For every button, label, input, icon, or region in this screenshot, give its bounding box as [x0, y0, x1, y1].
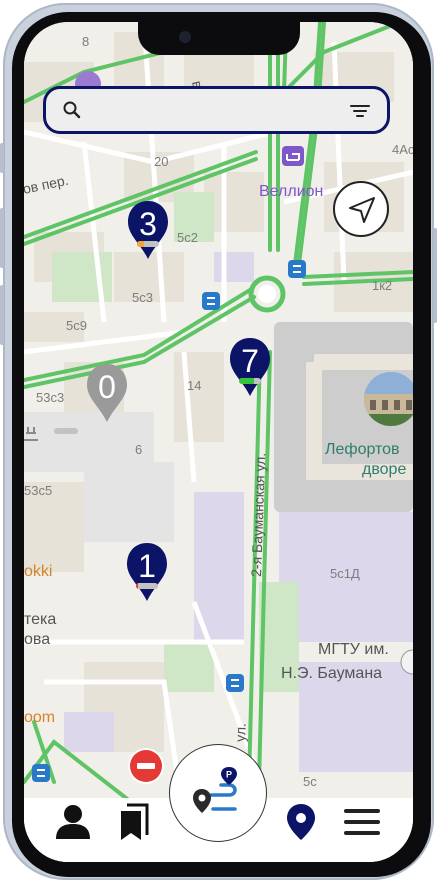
parking-pin-1[interactable]: 1 [123, 541, 171, 605]
pin-number: 0 [98, 369, 116, 405]
house-5c2: 5с2 [177, 230, 198, 245]
house-20: 20 [154, 154, 168, 169]
house-8: 8 [82, 34, 89, 49]
parking-badge: P [226, 770, 232, 780]
pin-number: 7 [241, 343, 259, 379]
house-1k2: 1к2 [372, 278, 392, 293]
house-4as: 4Ас [392, 142, 413, 157]
place-mgtu-2: Н.Э. Баумана [281, 665, 382, 682]
place-photo-thumbnail[interactable] [364, 372, 413, 426]
place-lefortovo-1: Лефортов [325, 441, 400, 458]
search-input[interactable] [90, 97, 344, 125]
my-location-button[interactable] [333, 181, 389, 237]
place-oom: oom [24, 709, 55, 726]
place-lefortovo-2: дворе [362, 461, 406, 478]
mute-switch [0, 143, 4, 173]
navigation-arrow-icon [349, 197, 375, 223]
house-53c3: 53с3 [36, 390, 64, 405]
occupancy-bar [239, 378, 261, 384]
pin-number: 3 [139, 206, 157, 242]
volume-down-button [0, 285, 4, 345]
hotel-icon [282, 146, 304, 166]
app-screen: 8 20 4Ас 5с2 5с3 5с9 1к2 14 53с3 6 53с5 … [24, 22, 413, 862]
occupancy-fill [136, 583, 139, 589]
house-5c3: 5с3 [132, 290, 153, 305]
map-view[interactable]: 8 20 4Ас 5с2 5с3 5с9 1к2 14 53с3 6 53с5 … [24, 22, 413, 862]
person-icon[interactable] [53, 802, 93, 842]
bookmark-icon[interactable] [114, 802, 154, 842]
place-mgtu-1: МГТУ им. [318, 641, 389, 658]
parking-pin-7[interactable]: 7 [226, 336, 274, 400]
front-camera [179, 31, 191, 43]
parking-pin-0[interactable]: 0 [83, 362, 131, 426]
place-okki: okki [24, 563, 52, 580]
occupancy-fill [239, 378, 255, 384]
occupancy-fill [137, 241, 144, 247]
house-53c5: 53с5 [24, 483, 52, 498]
volume-up-button [0, 208, 4, 268]
occupancy-bar [136, 583, 158, 589]
search-icon [63, 101, 81, 119]
street-ul: ул. [232, 723, 249, 742]
building-photo [364, 372, 413, 426]
house-6: 6 [135, 442, 142, 457]
house-5c9: 5с9 [66, 318, 87, 333]
hamburger-menu-icon[interactable] [342, 802, 382, 842]
house-14: 14 [187, 378, 201, 393]
place-teka: тека [24, 611, 56, 628]
map-pin-icon[interactable] [281, 802, 321, 842]
route-parking-button[interactable]: P [169, 744, 267, 842]
parking-pin-3[interactable]: 3 [124, 199, 172, 263]
route-parking-icon: P [193, 767, 237, 813]
place-ova: ова [24, 631, 50, 648]
filter-icon[interactable] [349, 101, 371, 121]
no-entry-sign-icon [130, 750, 162, 782]
occupancy-bar [137, 241, 159, 247]
search-bar[interactable] [43, 86, 390, 134]
place-wellion: Веллион [259, 183, 323, 200]
house-5c: 5с [303, 774, 317, 789]
phone-notch [138, 22, 300, 55]
house-5c1d: 5с1Д [330, 566, 360, 581]
pin-number: 1 [138, 548, 156, 584]
power-button [433, 228, 437, 323]
